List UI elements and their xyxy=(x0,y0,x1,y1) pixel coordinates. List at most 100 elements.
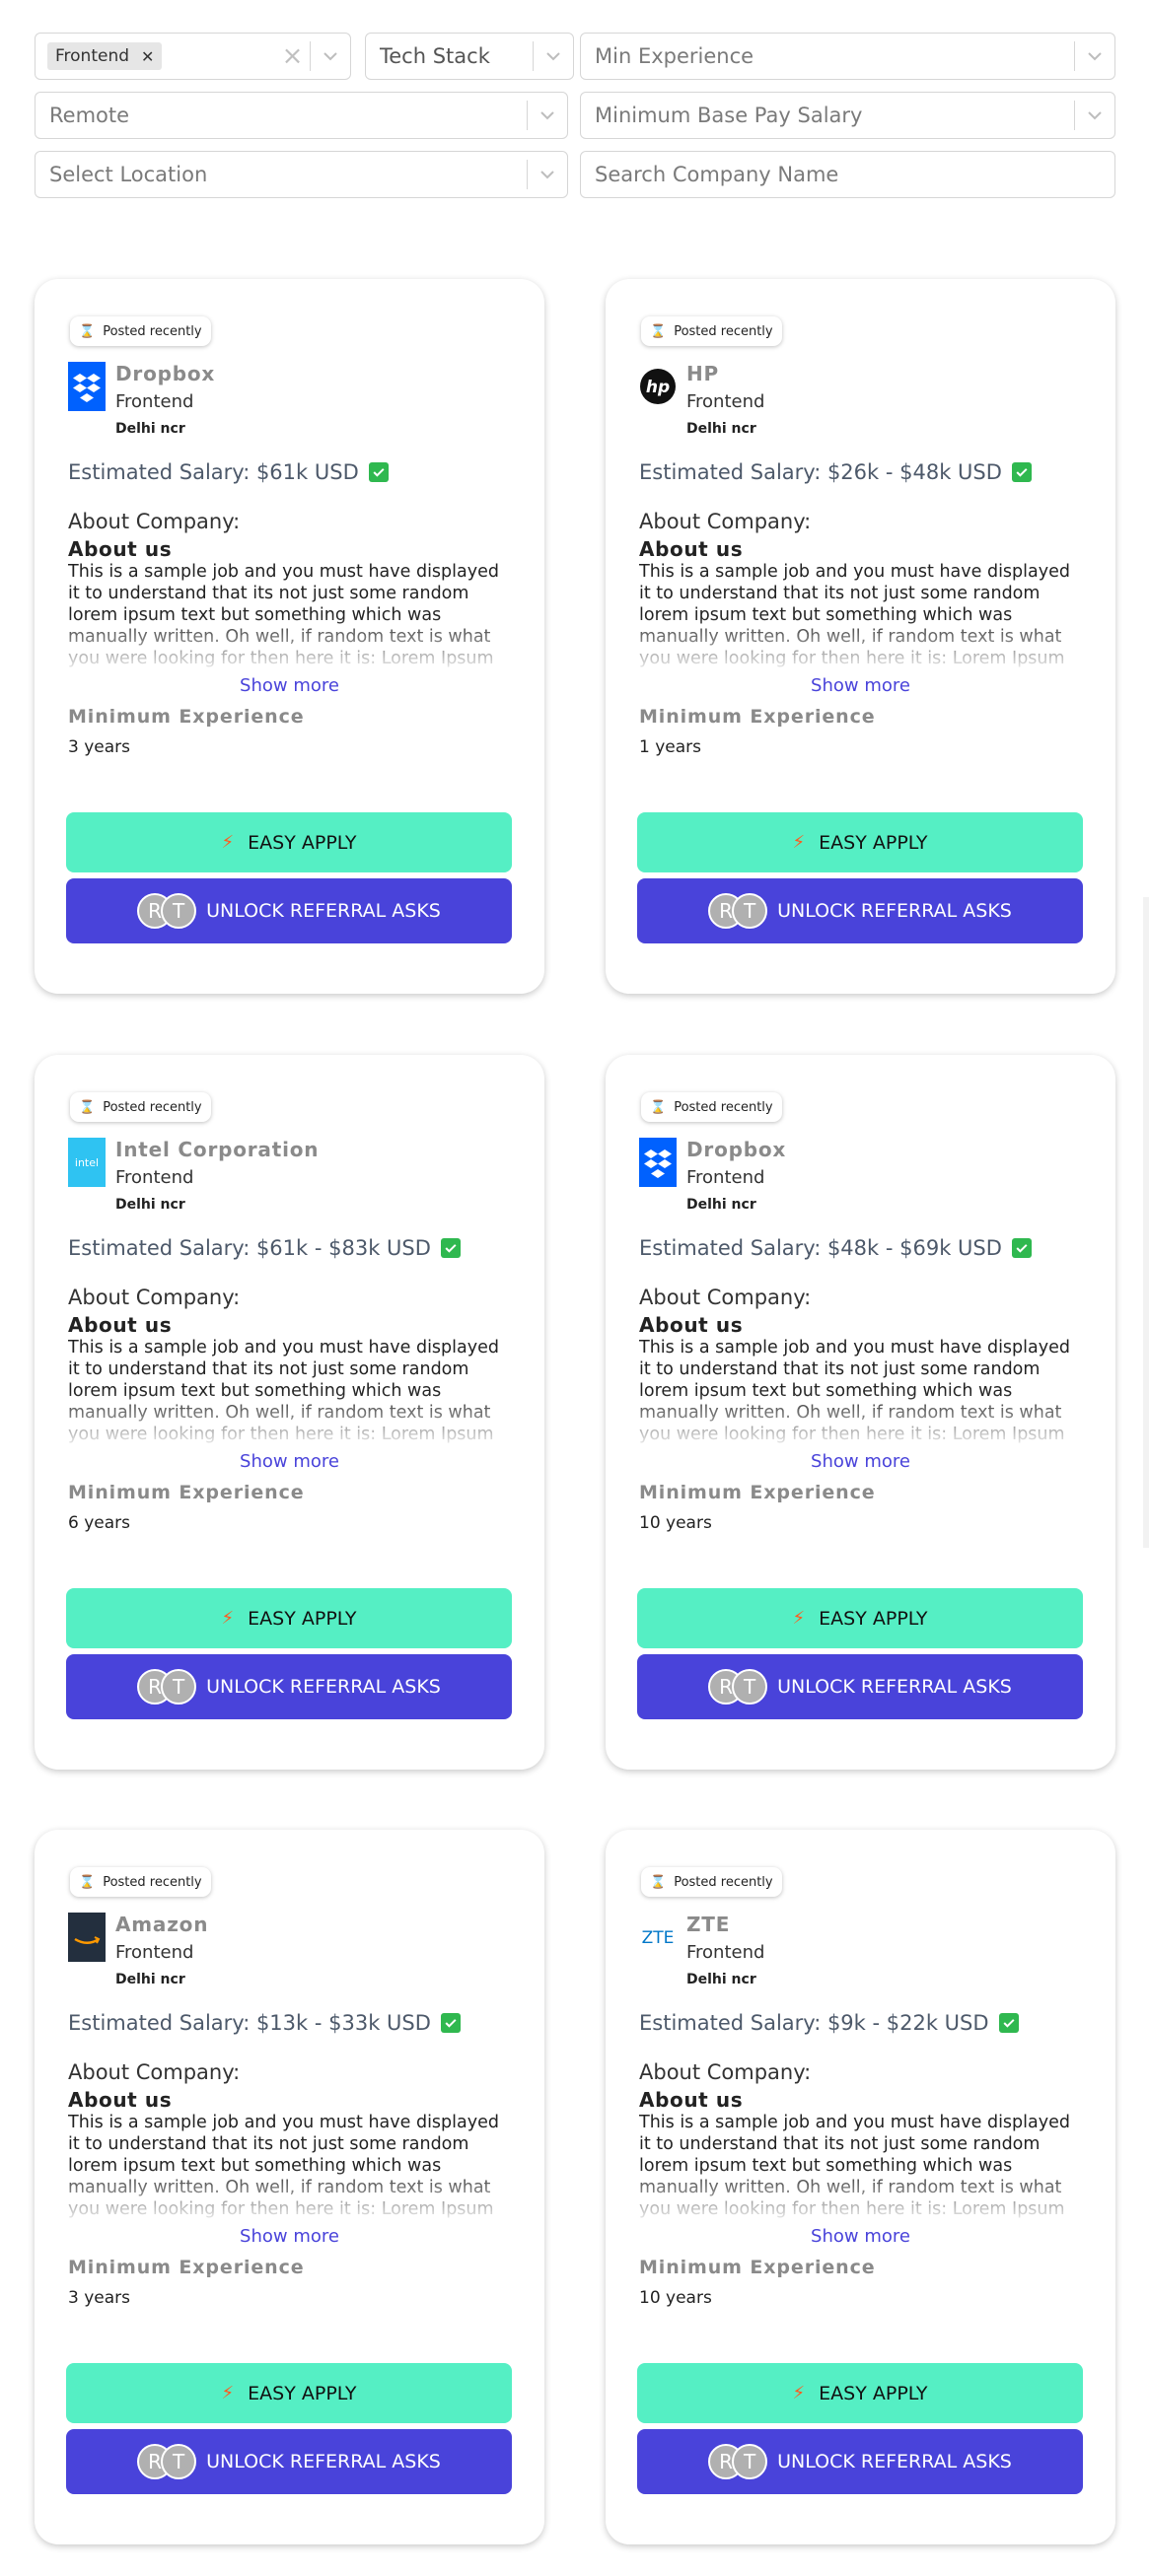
company-name: HP xyxy=(686,362,719,385)
company-info: hp HP Frontend Delhi ncr xyxy=(639,360,1084,437)
easy-apply-button[interactable]: ⚡ EASY APPLY xyxy=(637,2363,1083,2423)
unlock-referral-button[interactable]: R T UNLOCK REFERRAL ASKS xyxy=(637,878,1083,943)
role-chip: Frontend ✕ xyxy=(47,42,163,70)
avatar: T xyxy=(161,1669,197,1705)
min-experience-heading: Minimum Experience xyxy=(639,1482,876,1503)
posted-label: Posted recently xyxy=(103,1099,202,1115)
location-select[interactable]: Select Location xyxy=(35,151,568,198)
remote-select[interactable]: Remote xyxy=(35,92,568,139)
hourglass-icon: ⌛ xyxy=(79,1874,96,1890)
remote-label: Remote xyxy=(49,104,130,127)
estimated-salary: Estimated Salary: $13k - $33k USD xyxy=(68,2011,513,2035)
tech-stack-select[interactable]: Tech Stack xyxy=(365,33,574,80)
unlock-referral-button[interactable]: R T UNLOCK REFERRAL ASKS xyxy=(66,1654,512,1719)
remove-chip-icon[interactable]: ✕ xyxy=(141,47,154,66)
easy-apply-button[interactable]: ⚡ EASY APPLY xyxy=(637,812,1083,872)
easy-apply-button[interactable]: ⚡ EASY APPLY xyxy=(66,2363,512,2423)
scrollbar[interactable] xyxy=(1143,897,1149,1548)
job-location: Delhi ncr xyxy=(686,421,756,437)
job-location: Delhi ncr xyxy=(115,1972,185,1987)
estimated-salary: Estimated Salary: $9k - $22k USD xyxy=(639,2011,1084,2035)
show-more-link[interactable]: Show more xyxy=(637,1451,1084,1472)
job-role: Frontend xyxy=(686,1167,765,1188)
estimated-salary: Estimated Salary: $26k - $48k USD xyxy=(639,460,1084,484)
company-info: Dropbox Frontend Delhi ncr xyxy=(68,360,513,437)
min-base-pay-select[interactable]: Minimum Base Pay Salary xyxy=(580,92,1115,139)
job-card: ⌛ Posted recently Dropbox Frontend Delhi… xyxy=(35,279,544,994)
show-more-link[interactable]: Show more xyxy=(637,675,1084,696)
lightning-icon: ⚡ xyxy=(221,1608,235,1629)
lightning-icon: ⚡ xyxy=(792,2383,806,2403)
salary-text: Estimated Salary: $26k - $48k USD xyxy=(639,460,1002,484)
min-experience-value: 3 years xyxy=(68,737,131,757)
estimated-salary: Estimated Salary: $61k USD xyxy=(68,460,513,484)
job-description: This is a sample job and you must have d… xyxy=(68,2113,499,2222)
min-experience-value: 1 years xyxy=(639,737,702,757)
easy-apply-label: EASY APPLY xyxy=(248,831,357,854)
job-description: This is a sample job and you must have d… xyxy=(68,562,499,671)
show-more-link[interactable]: Show more xyxy=(637,2226,1084,2247)
min-experience-heading: Minimum Experience xyxy=(68,2257,305,2278)
min-experience-select[interactable]: Min Experience xyxy=(580,33,1115,80)
show-more-link[interactable]: Show more xyxy=(66,675,513,696)
hourglass-icon: ⌛ xyxy=(79,1099,96,1115)
unlock-referral-label: UNLOCK REFERRAL ASKS xyxy=(206,1676,441,1698)
job-role: Frontend xyxy=(686,1942,765,1963)
min-experience-heading: Minimum Experience xyxy=(68,706,305,728)
easy-apply-button[interactable]: ⚡ EASY APPLY xyxy=(66,1588,512,1648)
about-us-heading: About us xyxy=(68,2088,173,2112)
avatar: T xyxy=(732,2444,768,2479)
lightning-icon: ⚡ xyxy=(221,2383,235,2403)
easy-apply-label: EASY APPLY xyxy=(819,1607,928,1630)
easy-apply-button[interactable]: ⚡ EASY APPLY xyxy=(637,1588,1083,1648)
min-base-pay-label: Minimum Base Pay Salary xyxy=(595,104,863,127)
salary-text: Estimated Salary: $61k USD xyxy=(68,460,359,484)
company-search-input[interactable]: Search Company Name xyxy=(580,151,1115,198)
chevron-down-icon[interactable] xyxy=(1075,34,1114,79)
posted-badge: ⌛ Posted recently xyxy=(70,316,211,346)
about-company-heading: About Company: xyxy=(68,510,241,533)
min-experience-heading: Minimum Experience xyxy=(68,1482,305,1503)
company-info: intel Intel Corporation Frontend Delhi n… xyxy=(68,1136,513,1213)
amazon-logo-icon xyxy=(68,1913,106,1962)
referrer-avatars: R T xyxy=(137,2444,197,2479)
check-icon xyxy=(440,2013,461,2033)
estimated-salary: Estimated Salary: $61k - $83k USD xyxy=(68,1236,513,1260)
easy-apply-label: EASY APPLY xyxy=(248,1607,357,1630)
referrer-avatars: R T xyxy=(708,2444,768,2479)
job-location: Delhi ncr xyxy=(115,1197,185,1213)
unlock-referral-button[interactable]: R T UNLOCK REFERRAL ASKS xyxy=(66,2429,512,2494)
unlock-referral-button[interactable]: R T UNLOCK REFERRAL ASKS xyxy=(637,2429,1083,2494)
chevron-down-icon[interactable] xyxy=(311,34,350,79)
company-name: Dropbox xyxy=(115,362,216,385)
easy-apply-label: EASY APPLY xyxy=(819,831,928,854)
posted-badge: ⌛ Posted recently xyxy=(641,316,782,346)
chevron-down-icon[interactable] xyxy=(528,152,567,197)
chevron-down-icon[interactable] xyxy=(534,34,573,79)
min-experience-heading: Minimum Experience xyxy=(639,706,876,728)
about-us-heading: About us xyxy=(68,1313,173,1337)
lightning-icon: ⚡ xyxy=(792,832,806,853)
about-us-heading: About us xyxy=(639,537,744,561)
easy-apply-button[interactable]: ⚡ EASY APPLY xyxy=(66,812,512,872)
company-name: Dropbox xyxy=(686,1138,787,1161)
salary-text: Estimated Salary: $13k - $33k USD xyxy=(68,2011,431,2035)
unlock-referral-button[interactable]: R T UNLOCK REFERRAL ASKS xyxy=(637,1654,1083,1719)
referrer-avatars: R T xyxy=(708,893,768,929)
role-select[interactable]: Frontend ✕ × xyxy=(35,33,351,80)
about-us-heading: About us xyxy=(639,2088,744,2112)
show-more-link[interactable]: Show more xyxy=(66,2226,513,2247)
about-us-heading: About us xyxy=(639,1313,744,1337)
unlock-referral-label: UNLOCK REFERRAL ASKS xyxy=(777,1676,1012,1698)
chevron-down-icon[interactable] xyxy=(528,93,567,138)
chevron-down-icon[interactable] xyxy=(1075,93,1114,138)
unlock-referral-label: UNLOCK REFERRAL ASKS xyxy=(206,2451,441,2472)
job-location: Delhi ncr xyxy=(686,1972,756,1987)
unlock-referral-label: UNLOCK REFERRAL ASKS xyxy=(206,900,441,922)
clear-icon[interactable]: × xyxy=(276,41,310,71)
min-experience-label: Min Experience xyxy=(595,44,754,68)
show-more-link[interactable]: Show more xyxy=(66,1451,513,1472)
job-location: Delhi ncr xyxy=(115,421,185,437)
referrer-avatars: R T xyxy=(137,893,197,929)
unlock-referral-button[interactable]: R T UNLOCK REFERRAL ASKS xyxy=(66,878,512,943)
